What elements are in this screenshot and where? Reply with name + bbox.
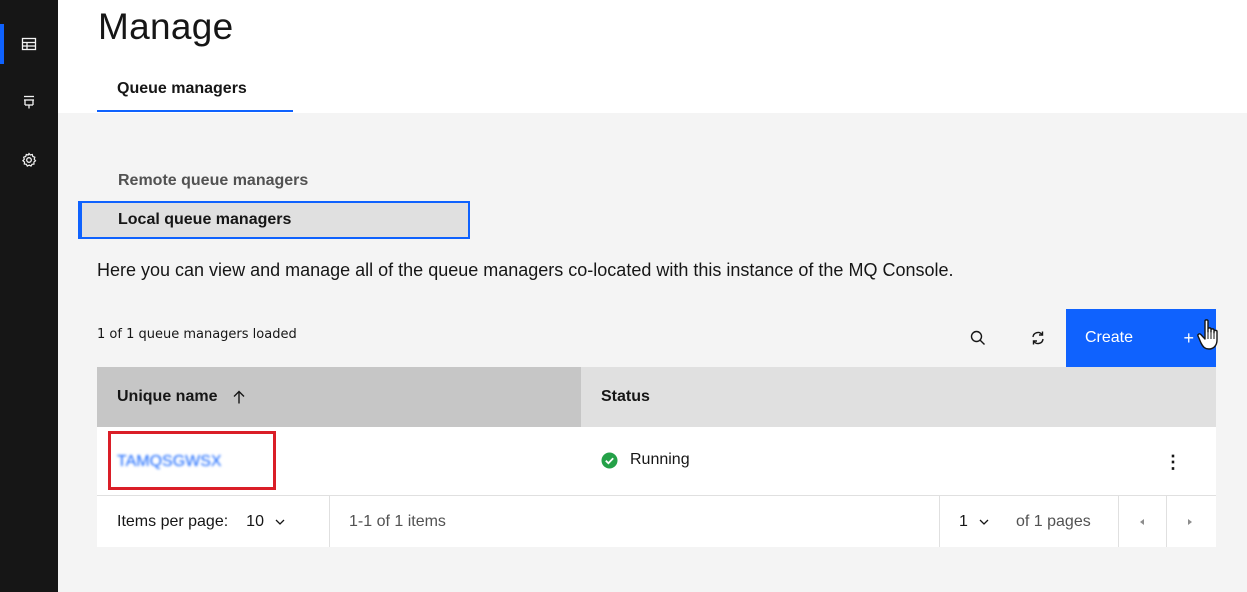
column-header-unique-name[interactable]: Unique name — [97, 367, 581, 427]
create-button-label: Create — [1085, 329, 1134, 346]
add-icon: + — [1183, 327, 1194, 348]
overflow-menu-icon[interactable]: ⋮ — [1163, 447, 1183, 477]
next-page-button[interactable] — [1166, 496, 1214, 547]
divider — [329, 496, 330, 547]
item-range: 1-1 of 1 items — [349, 512, 446, 530]
search-button[interactable] — [950, 309, 1006, 367]
total-pages: of 1 pages — [1016, 512, 1091, 530]
page-description: Here you can view and manage all of the … — [97, 260, 954, 280]
refresh-icon — [1032, 331, 1044, 345]
items-per-page: Items per page: 10 — [117, 496, 286, 547]
subnav-remote-queue-managers[interactable]: Remote queue managers — [78, 162, 470, 200]
rail-item-settings[interactable] — [0, 140, 58, 180]
checkmark-filled-icon — [601, 452, 618, 468]
previous-page-button[interactable] — [1118, 496, 1166, 547]
page-number: 1 — [959, 512, 968, 530]
side-rail — [0, 0, 58, 592]
page-header: Manage Queue managers — [58, 0, 1247, 113]
status-text: Running — [630, 451, 690, 468]
tab-queue-managers[interactable]: Queue managers — [97, 72, 293, 112]
items-per-page-label: Items per page: — [117, 512, 229, 530]
table-header: Unique name Status — [97, 367, 1216, 427]
settings-icon — [22, 152, 37, 167]
loaded-count: 1 of 1 queue managers loaded — [97, 327, 297, 342]
search-icon — [970, 330, 985, 345]
caret-left-icon — [1140, 518, 1144, 525]
highlight-box — [108, 431, 276, 490]
column-header-label: Unique name — [117, 388, 218, 405]
hand-cursor-icon — [1197, 319, 1218, 350]
status-cell: Running — [601, 451, 690, 469]
chevron-down-icon — [979, 519, 989, 525]
caret-right-icon — [1188, 518, 1192, 525]
page-title: Manage — [98, 6, 234, 47]
refresh-button[interactable] — [1010, 309, 1066, 367]
page-select[interactable]: 1 — [959, 496, 990, 547]
column-header-status: Status — [601, 388, 650, 405]
items-per-page-select[interactable]: 10 — [246, 513, 264, 531]
pagination: Items per page: 10 1-1 of 1 items 1 of 1… — [97, 496, 1216, 547]
rail-item-manage[interactable] — [0, 24, 58, 64]
table-row: TAMQSGWSX Running ⋮ — [97, 427, 1216, 496]
divider — [939, 496, 940, 547]
arrow-up-icon — [233, 390, 245, 404]
create-button[interactable]: Create + — [1066, 309, 1216, 367]
rail-item-objects[interactable] — [0, 82, 58, 122]
grid-icon — [21, 37, 37, 51]
subnav-local-queue-managers[interactable]: Local queue managers — [78, 201, 470, 239]
object-storage-icon — [24, 95, 34, 109]
chevron-down-icon[interactable] — [274, 516, 286, 528]
